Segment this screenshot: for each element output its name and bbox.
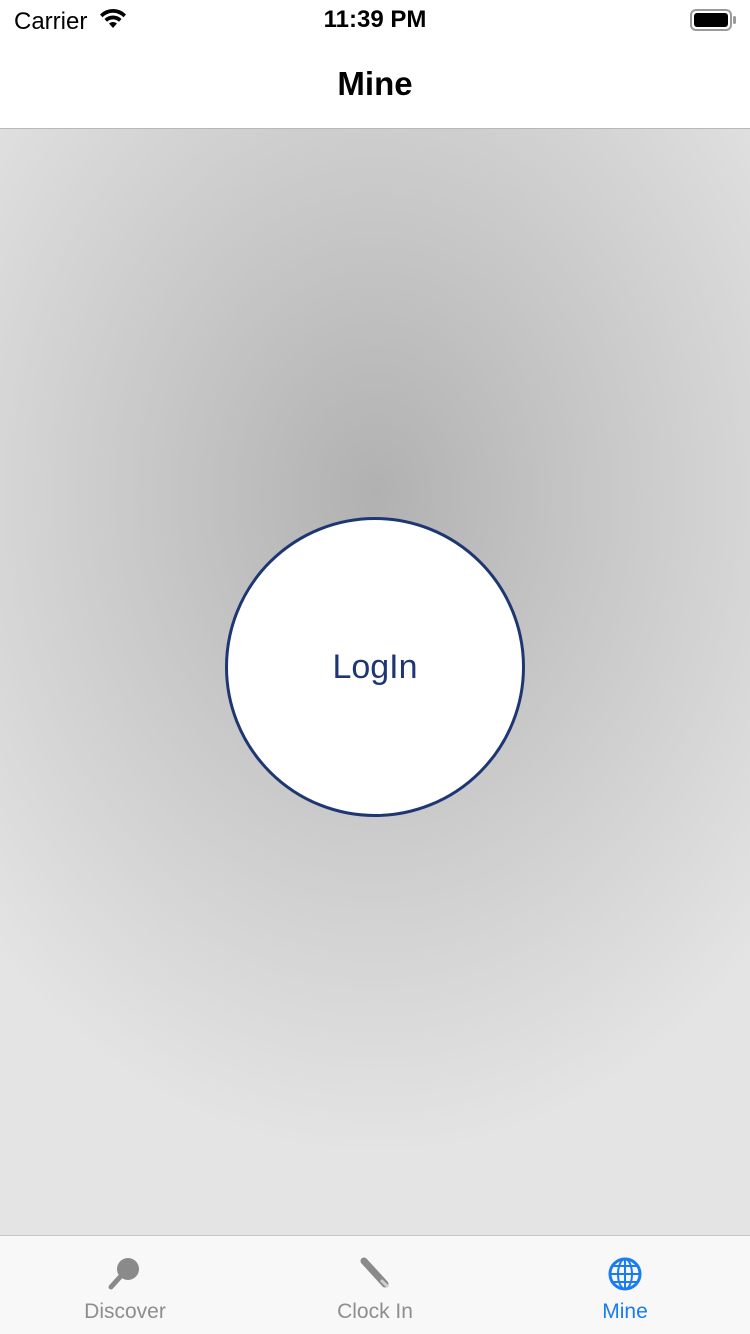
status-bar: Carrier 11:39 PM — [0, 0, 750, 40]
page-title: Mine — [337, 65, 413, 102]
tab-bar: Discover Clock In Mine — [0, 1235, 750, 1334]
status-time: 11:39 PM — [323, 6, 427, 33]
app-screen: Carrier 11:39 PM Mine LogIn Discover Clo… — [0, 0, 750, 1334]
battery-icon — [690, 9, 736, 36]
main-content: LogIn — [0, 129, 750, 1235]
tab-label: Discover — [84, 1300, 166, 1323]
pen-icon — [355, 1254, 395, 1294]
login-button[interactable]: LogIn — [225, 517, 525, 817]
search-icon — [105, 1254, 145, 1294]
tab-discover[interactable]: Discover — [0, 1236, 250, 1334]
tab-clock-in[interactable]: Clock In — [250, 1236, 500, 1334]
tab-mine[interactable]: Mine — [500, 1236, 750, 1334]
login-button-label: LogIn — [332, 647, 418, 686]
globe-icon — [605, 1254, 645, 1294]
tab-label: Clock In — [337, 1300, 413, 1323]
navigation-bar: Mine — [0, 40, 750, 129]
tab-label: Mine — [602, 1300, 648, 1323]
